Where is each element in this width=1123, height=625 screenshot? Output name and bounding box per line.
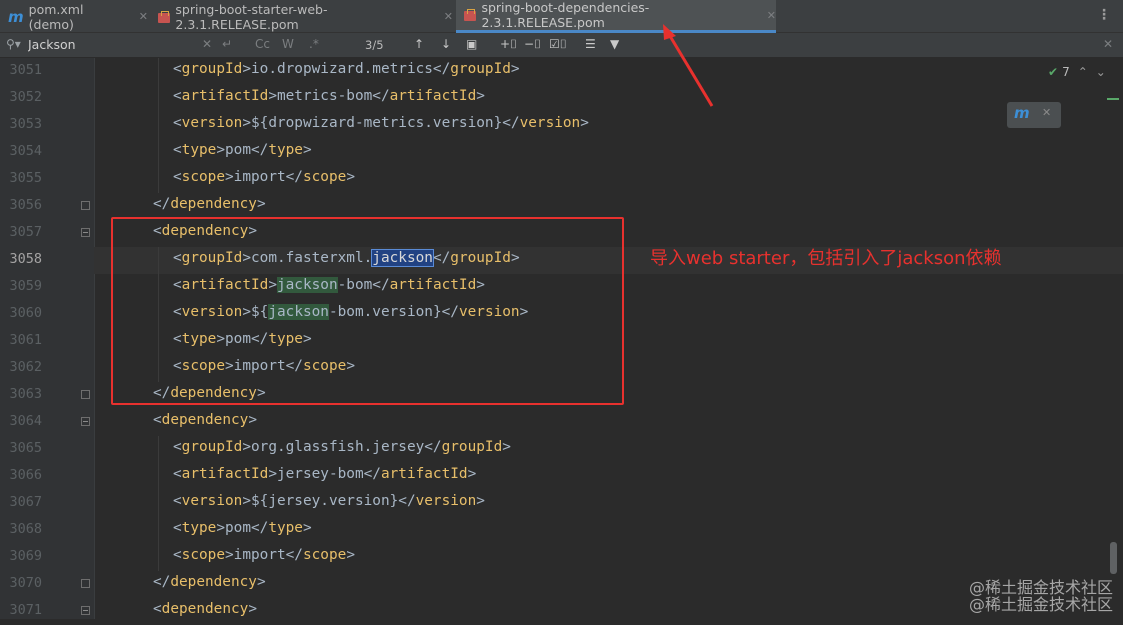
annotation-arrow [663,24,714,107]
watermark: @稀土掘金技术社区 @稀土掘金技术社区 [968,578,1113,614]
